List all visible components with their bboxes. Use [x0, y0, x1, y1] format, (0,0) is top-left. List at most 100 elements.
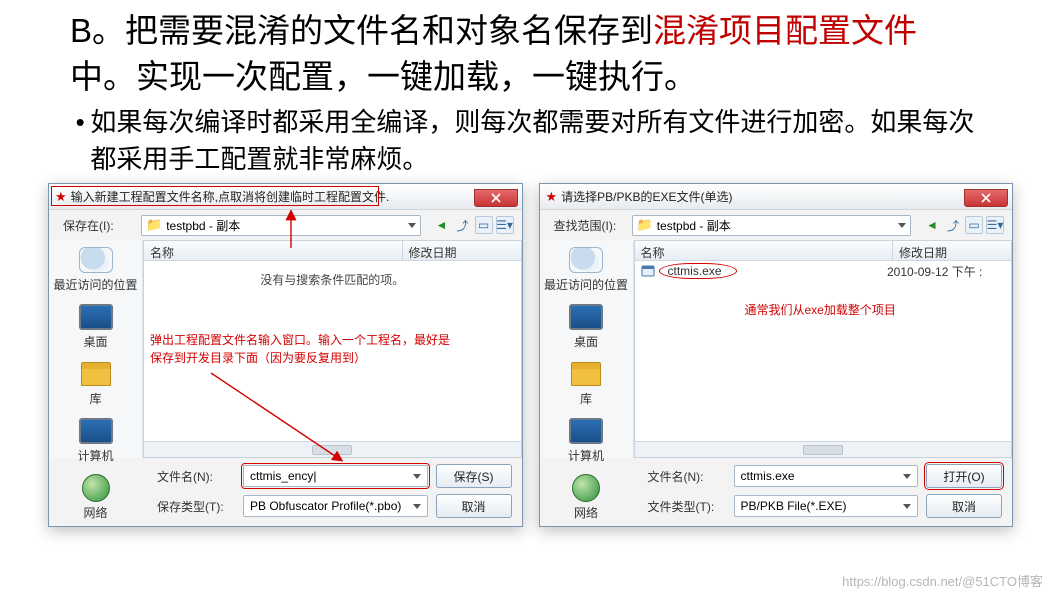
place-label: 库: [89, 392, 101, 406]
titlebar: ★ 请选择PB/PKB的EXE文件(单选): [540, 184, 1013, 210]
new-folder-icon[interactable]: ▭: [965, 216, 983, 234]
file-list[interactable]: 没有与搜索条件匹配的项。 弹出工程配置文件名输入窗口。输入一个工程名，最好是保存…: [144, 261, 521, 441]
filename-label: 文件名(N):: [157, 468, 235, 485]
location-row: 查找范围(I): 📁 testpbd - 副本 ◄ ⤴ ▭ ☰▾: [540, 210, 1013, 240]
bullet-item: • 如果每次编译时都采用全编译，则每次都需要对所有文件进行加密。如果每次都采用手…: [70, 104, 979, 177]
location-value: testpbd - 副本: [166, 217, 240, 234]
desktop-icon: [569, 304, 603, 330]
cancel-button[interactable]: 取消: [436, 494, 512, 518]
document-text-block: B。把需要混淆的文件名和对象名保存到混淆项目配置文件中。实现一次配置，一键加载，…: [0, 0, 1049, 177]
location-select[interactable]: 📁 testpbd - 副本: [632, 215, 912, 236]
desktop-icon: [79, 304, 113, 330]
column-headers: 名称 修改日期: [144, 241, 521, 261]
bullet-text: 如果每次编译时都采用全编译，则每次都需要对所有文件进行加密。如果每次都采用手工配…: [90, 104, 979, 177]
heading-suffix: 中。实现一次配置，一键加载，一键执行。: [70, 58, 697, 95]
up-folder-icon[interactable]: ⤴: [944, 216, 962, 234]
dialog-body: 最近访问的位置 桌面 库 计算机 网络 名称 修改日期 没有与搜索条件匹配的项。…: [49, 240, 522, 458]
filetype-value: PB/PKB File(*.EXE): [741, 499, 847, 513]
close-icon: [981, 193, 991, 203]
filename-input[interactable]: cttmis_ency|: [243, 465, 428, 487]
chevron-down-icon: [413, 474, 421, 479]
place-recent[interactable]: 最近访问的位置: [540, 244, 633, 299]
back-icon[interactable]: ◄: [433, 216, 451, 234]
filename-input[interactable]: cttmis.exe: [734, 465, 919, 487]
new-folder-icon[interactable]: ▭: [475, 216, 493, 234]
file-row[interactable]: cttmis.exe 2010-09-12 下午 :: [635, 261, 1012, 281]
dialog-body: 最近访问的位置 桌面 库 计算机 网络 名称 修改日期: [540, 240, 1013, 458]
open-button[interactable]: 打开(O): [926, 464, 1002, 488]
location-value: testpbd - 副本: [657, 217, 731, 234]
chevron-down-icon: [408, 223, 416, 228]
horizontal-scrollbar[interactable]: [144, 441, 521, 457]
recent-icon: [79, 247, 113, 273]
place-label: 网络: [574, 506, 598, 520]
file-list[interactable]: cttmis.exe 2010-09-12 下午 : 通常我们从exe加载整个项…: [635, 261, 1012, 441]
network-icon: [572, 474, 600, 502]
place-recent[interactable]: 最近访问的位置: [49, 244, 142, 299]
toolbar-icons: ◄ ⤴ ▭ ☰▾: [923, 216, 1004, 234]
star-icon: ★: [546, 189, 558, 205]
location-select[interactable]: 📁 testpbd - 副本: [141, 215, 421, 236]
place-desktop[interactable]: 桌面: [49, 301, 142, 356]
close-button[interactable]: [474, 189, 518, 207]
place-desktop[interactable]: 桌面: [540, 301, 633, 356]
network-icon: [82, 474, 110, 502]
chevron-down-icon: [903, 474, 911, 479]
place-label: 桌面: [83, 335, 107, 349]
places-bar: 最近访问的位置 桌面 库 计算机 网络: [540, 240, 634, 458]
place-network[interactable]: 网络: [49, 472, 142, 527]
filename-label: 文件名(N):: [648, 468, 726, 485]
chevron-down-icon: [903, 504, 911, 509]
col-name[interactable]: 名称: [635, 241, 894, 260]
save-dialog: ★ 输入新建工程配置文件名称,点取消将创建临时工程配置文件. 保存在(I): 📁…: [48, 183, 523, 527]
col-name[interactable]: 名称: [144, 241, 403, 260]
places-bar: 最近访问的位置 桌面 库 计算机 网络: [49, 240, 143, 458]
up-folder-icon[interactable]: ⤴: [454, 216, 472, 234]
library-icon: [81, 362, 111, 386]
place-label: 库: [580, 392, 592, 406]
scrollbar-thumb[interactable]: [803, 445, 843, 455]
place-network[interactable]: 网络: [540, 472, 633, 527]
cancel-button[interactable]: 取消: [926, 494, 1002, 518]
filetype-label: 保存类型(T):: [157, 498, 235, 515]
view-menu-icon[interactable]: ☰▾: [496, 216, 514, 234]
file-list-area: 名称 修改日期 cttmis.exe 2010-09-12 下午 : 通常我们从…: [634, 240, 1013, 458]
place-label: 网络: [83, 506, 107, 520]
filename-value: cttmis_ency|: [250, 469, 316, 483]
close-button[interactable]: [964, 189, 1008, 207]
dialog-title: 请选择PB/PKB的EXE文件(单选): [561, 188, 964, 205]
col-date[interactable]: 修改日期: [403, 241, 521, 260]
place-library[interactable]: 库: [49, 358, 142, 413]
watermark: https://blog.csdn.net/@51CTO博客: [842, 571, 1043, 590]
filename-value: cttmis.exe: [741, 469, 795, 483]
folder-icon: 📁: [637, 217, 653, 233]
heading-highlight: 混淆项目配置文件: [653, 12, 917, 49]
filetype-select[interactable]: PB/PKB File(*.EXE): [734, 495, 919, 517]
annotation-note: 弹出工程配置文件名输入窗口。输入一个工程名，最好是保存到开发目录下面（因为要反复…: [150, 331, 450, 367]
place-computer[interactable]: 计算机: [540, 415, 633, 470]
location-row: 保存在(I): 📁 testpbd - 副本 ◄ ⤴ ▭ ☰▾: [49, 210, 522, 240]
filetype-value: PB Obfuscator Profile(*.pbo): [250, 499, 401, 513]
section-heading: B。把需要混淆的文件名和对象名保存到混淆项目配置文件中。实现一次配置，一键加载，…: [70, 8, 979, 100]
titlebar: ★ 输入新建工程配置文件名称,点取消将创建临时工程配置文件.: [49, 184, 522, 210]
empty-message: 没有与搜索条件匹配的项。: [144, 261, 521, 288]
filetype-select[interactable]: PB Obfuscator Profile(*.pbo): [243, 495, 428, 517]
library-icon: [571, 362, 601, 386]
file-date: 2010-09-12 下午 :: [887, 263, 1005, 280]
col-date[interactable]: 修改日期: [893, 241, 1011, 260]
toolbar-icons: ◄ ⤴ ▭ ☰▾: [433, 216, 514, 234]
column-headers: 名称 修改日期: [635, 241, 1012, 261]
computer-icon: [79, 418, 113, 444]
horizontal-scrollbar[interactable]: [635, 441, 1012, 457]
lookin-label: 查找范围(I):: [554, 217, 626, 234]
place-library[interactable]: 库: [540, 358, 633, 413]
close-icon: [491, 193, 501, 203]
dialog-screenshot-row: ★ 输入新建工程配置文件名称,点取消将创建临时工程配置文件. 保存在(I): 📁…: [0, 183, 1049, 527]
view-menu-icon[interactable]: ☰▾: [986, 216, 1004, 234]
annotation-note: 通常我们从exe加载整个项目: [745, 301, 896, 318]
scrollbar-thumb[interactable]: [312, 445, 352, 455]
save-button[interactable]: 保存(S): [436, 464, 512, 488]
place-computer[interactable]: 计算机: [49, 415, 142, 470]
file-list-area: 名称 修改日期 没有与搜索条件匹配的项。 弹出工程配置文件名输入窗口。输入一个工…: [143, 240, 522, 458]
back-icon[interactable]: ◄: [923, 216, 941, 234]
